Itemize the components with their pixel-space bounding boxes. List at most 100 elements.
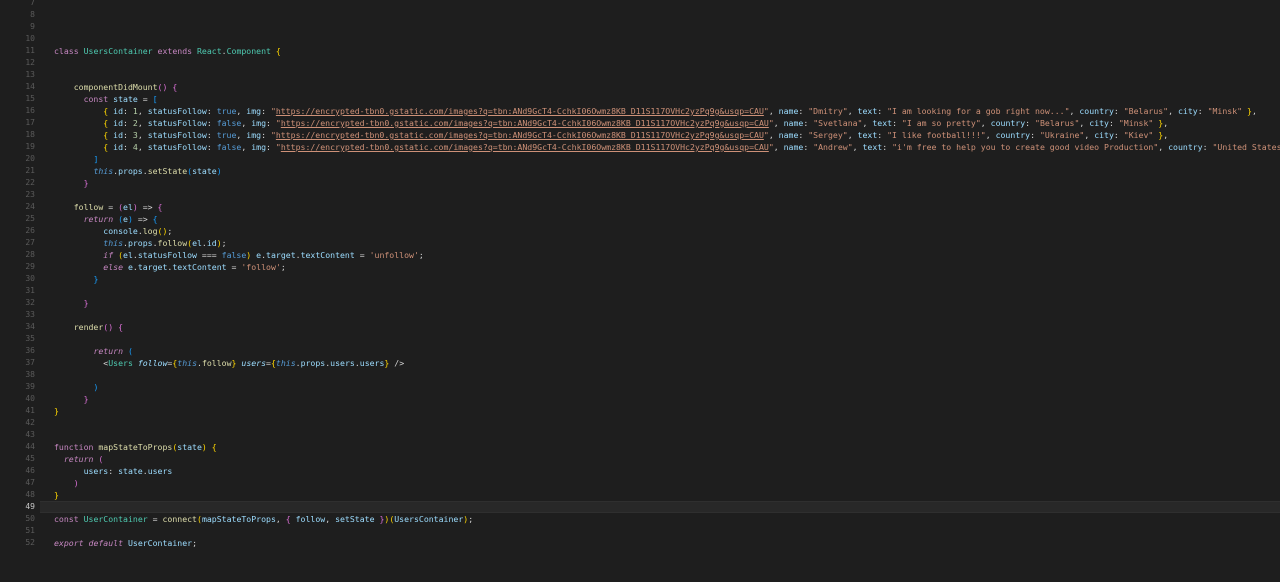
code-line[interactable]: users: state.users: [54, 465, 173, 477]
code-token: const: [83, 94, 109, 104]
code-token: ,: [1069, 106, 1080, 116]
code-line[interactable]: componentDidMount() {: [54, 81, 178, 93]
code-token: users: [147, 466, 173, 476]
code-token: 'unfollow': [369, 250, 419, 260]
code-line[interactable]: { id: 1, statusFollow: true, img: "https…: [54, 105, 1257, 117]
code-token: city: [1089, 118, 1109, 128]
code-line[interactable]: }: [54, 489, 59, 501]
code-line[interactable]: class UsersContainer extends React.Compo…: [54, 45, 281, 57]
code-token: :: [266, 118, 276, 128]
code-line[interactable]: console.log();: [54, 225, 172, 237]
code-editor[interactable]: 7 8 9 10 11 12 13 14 15 16 17 18 19 20 21 22 23 24 25 26 27 2…: [0, 0, 1280, 582]
code-line[interactable]: { id: 4, statusFollow: false, img: "http…: [54, 141, 1280, 153]
code-token: :: [266, 142, 276, 152]
code-line[interactable]: return (: [54, 345, 132, 357]
code-token: https://encrypted-tbn0.gstatic.com/image…: [280, 118, 769, 128]
code-line[interactable]: follow = (el) => {: [54, 201, 163, 213]
code-token: mapStateToProps: [98, 442, 173, 452]
code-token: UsersContainer: [394, 514, 464, 524]
code-line[interactable]: export default UserContainer;: [54, 537, 197, 549]
code-token: ,: [236, 130, 247, 140]
code-token: "Svetlana": [813, 118, 863, 128]
code-token: :: [123, 142, 133, 152]
code-line[interactable]: }: [54, 393, 89, 405]
code-token: follow: [201, 358, 232, 368]
code-token: "Sergey": [808, 130, 848, 140]
code-token: ===: [196, 250, 222, 260]
code-token: statusFollow: [147, 118, 207, 128]
code-token: false: [221, 250, 247, 260]
code-token: ;: [167, 226, 173, 236]
code-token: :: [1113, 106, 1124, 116]
code-line[interactable]: return (e) => {: [54, 213, 158, 225]
code-token: :: [1108, 118, 1119, 128]
code-token: "Andrew": [813, 142, 853, 152]
code-line[interactable]: { id: 3, statusFollow: true, img: "https…: [54, 129, 1168, 141]
code-token: :: [877, 130, 888, 140]
code-token: class: [54, 46, 79, 56]
code-line[interactable]: const state = [: [54, 93, 158, 105]
code-line[interactable]: }: [54, 177, 89, 189]
code-token: return: [93, 346, 124, 356]
code-line[interactable]: this.props.follow(el.id);: [54, 237, 227, 249]
code-line[interactable]: ]: [54, 153, 98, 165]
code-token: ,: [768, 106, 779, 116]
code-token: text: [857, 106, 878, 116]
code-token: name: [783, 142, 804, 152]
code-token: ;: [221, 238, 227, 248]
code-token: Component: [226, 46, 271, 56]
code-token: ,: [985, 130, 996, 140]
code-token: :: [1202, 142, 1213, 152]
code-line[interactable]: ): [54, 477, 79, 489]
code-token: {: [157, 202, 163, 212]
code-token: ,: [980, 118, 991, 128]
code-line[interactable]: return (: [54, 453, 103, 465]
code-line[interactable]: render() {: [54, 321, 123, 333]
code-area[interactable]: class UsersContainer extends React.Compo…: [0, 0, 1280, 582]
code-line[interactable]: this.props.setState(state): [54, 165, 221, 177]
code-line[interactable]: if (el.statusFollow === false) e.target.…: [54, 249, 424, 261]
code-token: true: [216, 106, 237, 116]
code-token: UserContainer: [83, 514, 148, 524]
code-token: ,: [137, 142, 148, 152]
code-line[interactable]: { id: 2, statusFollow: false, img: "http…: [54, 117, 1168, 129]
code-token: users: [83, 466, 109, 476]
code-token: "Kiev": [1123, 130, 1154, 140]
code-token: :: [206, 142, 217, 152]
code-token: ,: [325, 514, 336, 524]
code-token: :: [798, 130, 809, 140]
code-token: el: [123, 202, 133, 212]
code-line[interactable]: const UserContainer = connect(mapStateTo…: [54, 513, 473, 525]
code-token: "Dmitry": [808, 106, 848, 116]
code-token: follow: [157, 238, 188, 248]
code-token: users: [359, 358, 385, 368]
code-token: name: [778, 106, 799, 116]
code-line[interactable]: <Users follow={this.follow} users={this.…: [54, 357, 404, 369]
code-line[interactable]: }: [54, 297, 89, 309]
code-token: =>: [137, 202, 158, 212]
code-token: :: [1197, 106, 1208, 116]
code-line[interactable]: }: [54, 273, 98, 285]
code-token: city: [1094, 130, 1114, 140]
code-line[interactable]: function mapStateToProps(state) {: [54, 441, 217, 453]
code-token: city: [1177, 106, 1198, 116]
code-line[interactable]: ): [54, 381, 98, 393]
code-token: text: [872, 118, 893, 128]
code-token: ,: [137, 130, 148, 140]
code-line[interactable]: else e.target.textContent = 'follow';: [54, 261, 285, 273]
code-token: ;: [418, 250, 424, 260]
code-token: ,: [275, 514, 286, 524]
code-token: statusFollow: [147, 130, 207, 140]
code-line[interactable]: }: [54, 405, 59, 417]
code-token: "i'm free to help you to create good vid…: [892, 142, 1159, 152]
code-token: el: [123, 250, 133, 260]
